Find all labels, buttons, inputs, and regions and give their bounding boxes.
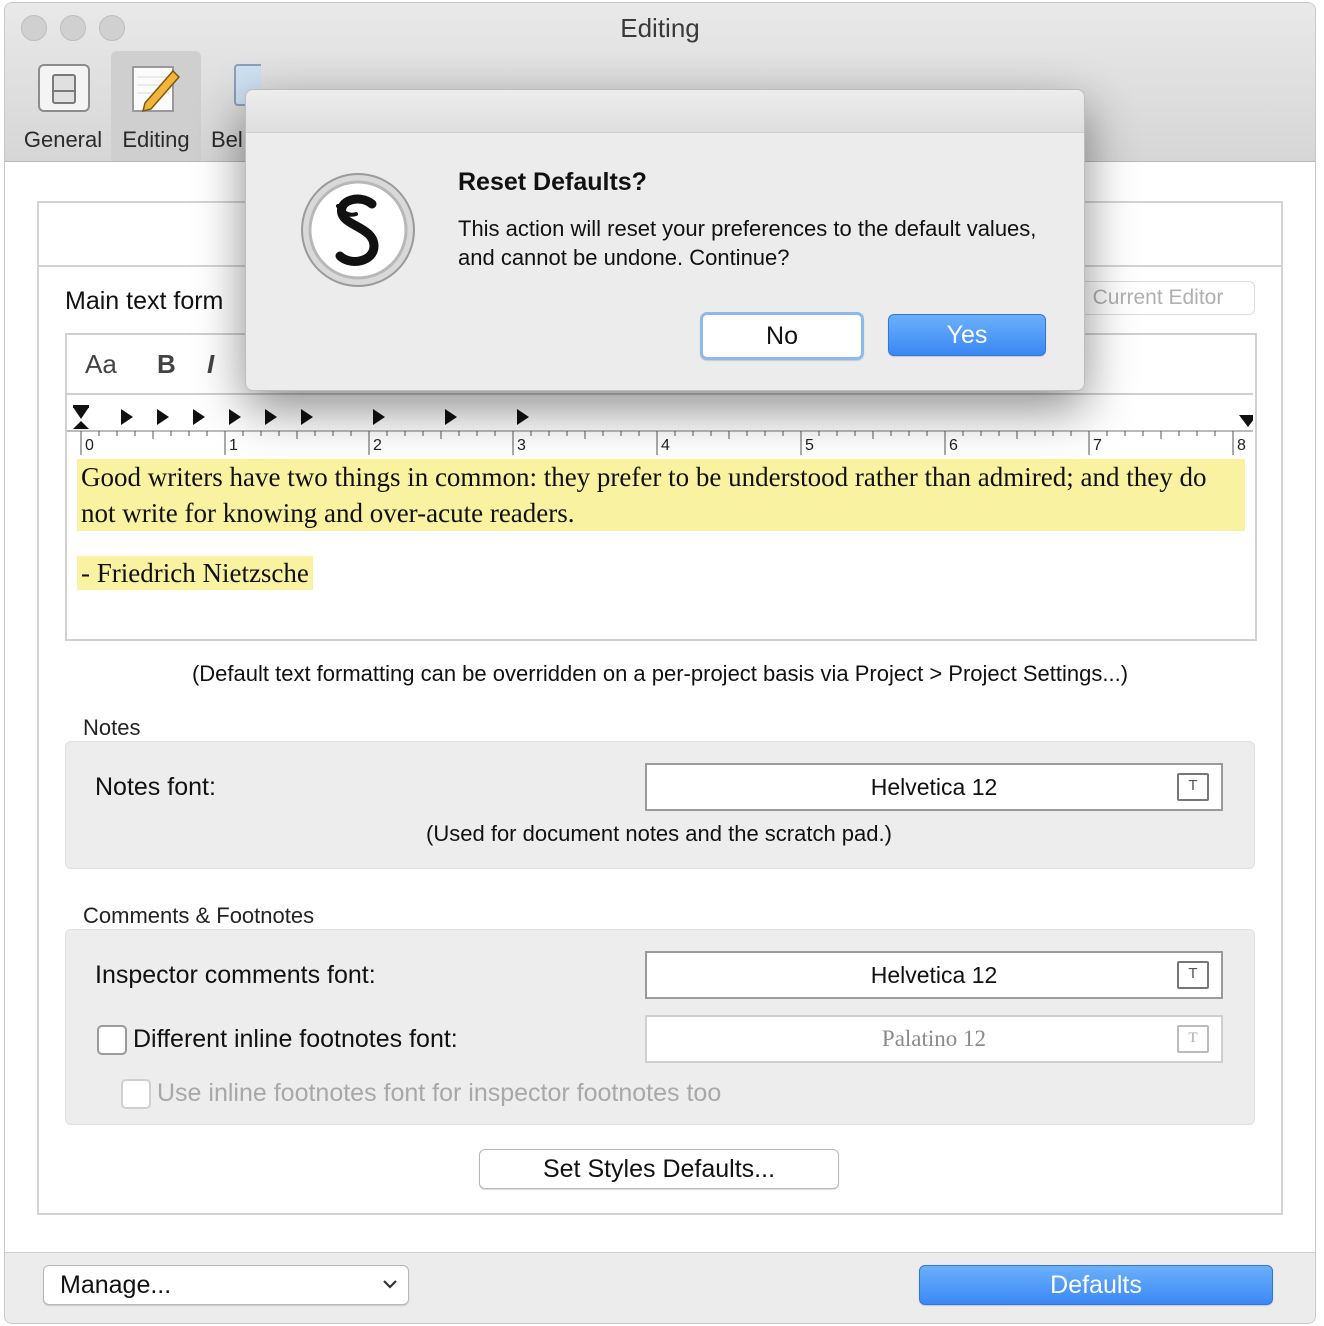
dialog-message: This action will reset your preferences … (458, 216, 1037, 270)
ruler[interactable]: 0 1 2 3 4 5 6 7 8 (67, 395, 1257, 457)
notes-font-field[interactable]: Helvetica 12 T (645, 763, 1223, 811)
use-current-editor-button[interactable]: Current Editor (1061, 281, 1255, 315)
main-text-format-label: Main text form (65, 287, 224, 315)
pencil-icon (132, 66, 181, 113)
dialog-title: Reset Defaults? (458, 168, 647, 196)
notes-hint: (Used for document notes and the scratch… (426, 821, 892, 846)
inspector-comments-font-field[interactable]: Helvetica 12 T (645, 951, 1223, 999)
sample-attribution: - Friedrich Nietzsche (77, 556, 313, 590)
manage-label: Manage... (60, 1271, 172, 1299)
sample-text: Good writers have two things in common: … (77, 459, 1245, 591)
preferences-window: Editing General Editing Bel Main text fo… (4, 2, 1316, 1324)
font-panel-icon[interactable]: T (1177, 1025, 1209, 1053)
notes-font-value: Helvetica 12 (870, 774, 998, 800)
sample-quote: Good writers have two things in common: … (77, 459, 1245, 531)
comments-section-title: Comments & Footnotes (83, 903, 315, 928)
chevron-down-icon (383, 1280, 397, 1289)
ruler-label: 0 (85, 437, 94, 454)
inline-footnotes-label: Different inline footnotes font: (133, 1025, 458, 1053)
tab-general[interactable]: General (15, 51, 111, 161)
tab-general-label: General (23, 127, 103, 152)
ruler-label: 6 (949, 437, 958, 454)
notes-section-title: Notes (83, 715, 141, 740)
dialog-header-strip (246, 90, 1084, 133)
inspector-comments-font-value: Helvetica 12 (870, 962, 998, 988)
window-title: Editing (620, 13, 700, 43)
scrivener-app-icon (301, 173, 415, 287)
ruler-label: 3 (517, 437, 526, 454)
ruler-label: 5 (805, 437, 814, 454)
ruler-label: 2 (373, 437, 382, 454)
manage-popup-button[interactable]: Manage... (43, 1265, 409, 1305)
tab-editing-label: Editing (122, 127, 190, 152)
font-panel-icon[interactable]: T (1177, 773, 1209, 801)
notes-font-label: Notes font: (95, 773, 216, 801)
tab-editing[interactable]: Editing (111, 51, 201, 161)
inspector-footnotes-label: Use inline footnotes font for inspector … (157, 1079, 722, 1107)
inline-footnotes-font-field[interactable]: Palatino 12 T (645, 1015, 1223, 1063)
italic-button[interactable]: I (207, 349, 214, 380)
ruler-label: 1 (229, 437, 238, 454)
inspector-comments-font-label: Inspector comments font: (95, 961, 376, 989)
bold-button[interactable]: B (157, 349, 176, 380)
inspector-footnotes-checkbox[interactable] (121, 1079, 151, 1109)
yes-button[interactable]: Yes (888, 314, 1046, 356)
set-styles-defaults-button[interactable]: Set Styles Defaults... (479, 1149, 839, 1189)
font-button[interactable]: Aa (85, 349, 117, 380)
ruler-graphic (67, 405, 1257, 455)
reset-defaults-dialog: Reset Defaults? This action will reset y… (245, 89, 1085, 391)
font-panel-icon[interactable]: T (1177, 961, 1209, 989)
formatting-hint: (Default text formatting can be overridd… (191, 661, 1129, 686)
inline-footnotes-font-value: Palatino 12 (881, 1026, 987, 1051)
ruler-label: 8 (1237, 437, 1246, 454)
no-button[interactable]: No (700, 312, 864, 360)
ruler-label: 7 (1093, 437, 1102, 454)
inline-footnotes-checkbox[interactable] (97, 1025, 127, 1055)
ruler-label: 4 (661, 437, 670, 454)
general-icon (38, 64, 90, 112)
defaults-button[interactable]: Defaults (919, 1265, 1273, 1305)
